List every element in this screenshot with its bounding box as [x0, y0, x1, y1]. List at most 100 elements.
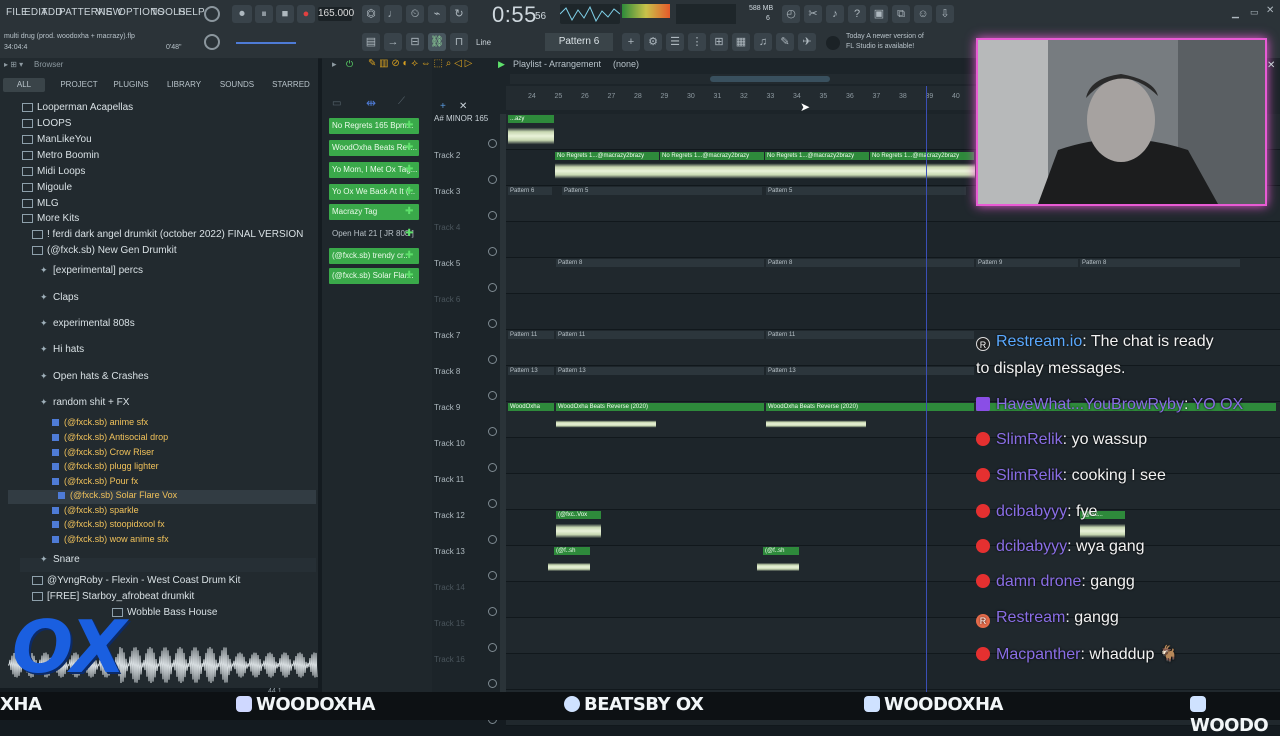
- tab-sounds[interactable]: SOUNDS: [214, 78, 260, 92]
- track-name[interactable]: Track 3: [434, 187, 460, 196]
- plugin-icon[interactable]: ⧉: [892, 5, 910, 23]
- browser-item[interactable]: (@fxck.sb) Antisocial drop: [52, 432, 168, 442]
- browser-item[interactable]: ✦ Claps: [40, 292, 79, 303]
- snap-icon[interactable]: ⏣: [362, 5, 380, 23]
- master-pitch-knob[interactable]: [204, 6, 220, 22]
- side-close-icon[interactable]: ✕: [1267, 60, 1275, 71]
- browser-item[interactable]: (@fxck.sb) Crow Riser: [52, 447, 154, 457]
- audio-clip[interactable]: WoodOxha Beats Reverse (2020): [766, 403, 974, 411]
- plugin-database-icon[interactable]: ✈: [798, 33, 816, 51]
- track-knob[interactable]: [488, 355, 497, 364]
- track-lane[interactable]: [506, 222, 1280, 258]
- track-lane[interactable]: [506, 546, 1280, 582]
- track-knob[interactable]: [488, 247, 497, 256]
- track-knob[interactable]: [488, 463, 497, 472]
- browser-item[interactable]: ✦ experimental 808s: [40, 318, 135, 329]
- cut-icon[interactable]: ✂: [804, 5, 822, 23]
- fx-icon[interactable]: ⚙: [644, 33, 662, 51]
- pattern-clip[interactable]: Pattern 11: [508, 331, 554, 339]
- track-name[interactable]: Track 2: [434, 151, 460, 160]
- browser-item[interactable]: LOOPS: [22, 118, 71, 129]
- track-name[interactable]: Track 12: [434, 511, 465, 520]
- pattern-selector[interactable]: Pattern 6: [545, 33, 613, 51]
- track-name[interactable]: Track 14: [434, 583, 465, 592]
- channel-add-icon[interactable]: ✚: [405, 270, 413, 281]
- browser-item[interactable]: Metro Boomin: [22, 150, 99, 161]
- track-name[interactable]: Track 9: [434, 403, 460, 412]
- browser-item[interactable]: Wobble Bass House: [112, 607, 217, 618]
- browser-item[interactable]: ✦ Hi hats: [40, 344, 84, 355]
- save-icon[interactable]: ▣: [870, 5, 888, 23]
- mixer-view-icon[interactable]: ⊞: [710, 33, 728, 51]
- browser-item[interactable]: ! ferdi dark angel drumkit (october 2022…: [32, 229, 303, 240]
- channel-add-icon[interactable]: ✚: [405, 206, 413, 217]
- track-knob[interactable]: [488, 643, 497, 652]
- tab-starred[interactable]: STARRED: [268, 78, 314, 92]
- close-track-icon[interactable]: ✕: [459, 101, 467, 112]
- track-knob[interactable]: [488, 535, 497, 544]
- track-name[interactable]: Track 7: [434, 331, 460, 340]
- help-icon[interactable]: ?: [848, 5, 866, 23]
- pattern-clip[interactable]: Pattern 8: [766, 259, 974, 267]
- pattern-clip[interactable]: Pattern 8: [1080, 259, 1240, 267]
- track-knob[interactable]: [488, 319, 497, 328]
- track-name[interactable]: Track 6: [434, 295, 460, 304]
- song-time[interactable]: 0:55: [492, 2, 537, 28]
- track-knob[interactable]: [488, 679, 497, 688]
- mixer-icon[interactable]: ⊟: [406, 33, 424, 51]
- link-icon[interactable]: ⛓: [428, 33, 446, 51]
- wait-input-icon[interactable]: ⏲: [406, 5, 424, 23]
- countdown-icon[interactable]: ⌁: [428, 5, 446, 23]
- track-knob[interactable]: [488, 283, 497, 292]
- playlist-icon[interactable]: ☰: [666, 33, 684, 51]
- tab-all[interactable]: ALL: [3, 78, 45, 92]
- browser-item[interactable]: Looperman Acapellas: [22, 102, 133, 113]
- track-knob[interactable]: [488, 499, 497, 508]
- menu-help[interactable]: HELP: [178, 7, 205, 18]
- browser-item[interactable]: [FREE] Starboy_afrobeat drumkit: [32, 591, 194, 602]
- audio-clip[interactable]: WoodOxha Beats Reverse (2020): [556, 403, 764, 411]
- pattern-clip[interactable]: Pattern 5: [562, 187, 762, 195]
- browser-item[interactable]: ✦ Open hats & Crashes: [40, 371, 149, 382]
- plugin-picker-icon[interactable]: ♫: [754, 33, 772, 51]
- play-button[interactable]: ⏸: [255, 5, 273, 23]
- channel-add-icon[interactable]: ✚: [405, 164, 413, 175]
- track-knob[interactable]: [488, 427, 497, 436]
- browser-item[interactable]: (@fxck.sb) stoopidxool fx: [52, 519, 165, 529]
- arrow-icon[interactable]: →: [384, 33, 402, 51]
- magnet-icon[interactable]: ⊓: [450, 33, 468, 51]
- add-pattern-icon[interactable]: +: [622, 33, 640, 51]
- add-track-icon[interactable]: +: [440, 101, 446, 112]
- pattern-song-toggle[interactable]: ⏺: [232, 5, 252, 23]
- track-knob[interactable]: [488, 175, 497, 184]
- audio-clip[interactable]: (@f..sh: [554, 547, 590, 555]
- pattern-clip[interactable]: Pattern 8: [556, 259, 764, 267]
- track-lane[interactable]: [506, 294, 1280, 330]
- snap-value[interactable]: Line: [476, 38, 491, 47]
- metronome-icon[interactable]: ♩: [384, 5, 402, 23]
- pattern-clip[interactable]: Pattern 6: [508, 187, 552, 195]
- tab-project[interactable]: PROJECT: [56, 78, 102, 92]
- pattern-clip[interactable]: Pattern 11: [766, 331, 974, 339]
- track-name[interactable]: Track 5: [434, 259, 460, 268]
- tempo-display[interactable]: 165.000: [318, 7, 354, 21]
- track-lane[interactable]: [506, 510, 1280, 546]
- close-icon[interactable]: ✕: [1266, 5, 1274, 16]
- track-name[interactable]: Track 13: [434, 547, 465, 556]
- loop-record-icon[interactable]: ↻: [450, 5, 468, 23]
- track-name[interactable]: Track 4: [434, 223, 460, 232]
- audio-clip[interactable]: (@f..sh: [763, 547, 799, 555]
- chat-icon[interactable]: ☺: [914, 5, 932, 23]
- minimize-icon[interactable]: ▁: [1232, 8, 1239, 19]
- browser-item[interactable]: ManLikeYou: [22, 134, 92, 145]
- pattern-clip[interactable]: Pattern 13: [766, 367, 974, 375]
- channel-add-icon[interactable]: ✚: [405, 250, 413, 261]
- track-name[interactable]: Track 8: [434, 367, 460, 376]
- track-knob[interactable]: [488, 607, 497, 616]
- piano-roll-icon[interactable]: ▤: [362, 33, 380, 51]
- browser-item[interactable]: (@fxck.sb) sparkle: [52, 505, 139, 515]
- track-name[interactable]: Track 10: [434, 439, 465, 448]
- download-icon[interactable]: ⇩: [936, 5, 954, 23]
- track-knob[interactable]: [488, 139, 497, 148]
- track-name[interactable]: Track 11: [434, 475, 464, 484]
